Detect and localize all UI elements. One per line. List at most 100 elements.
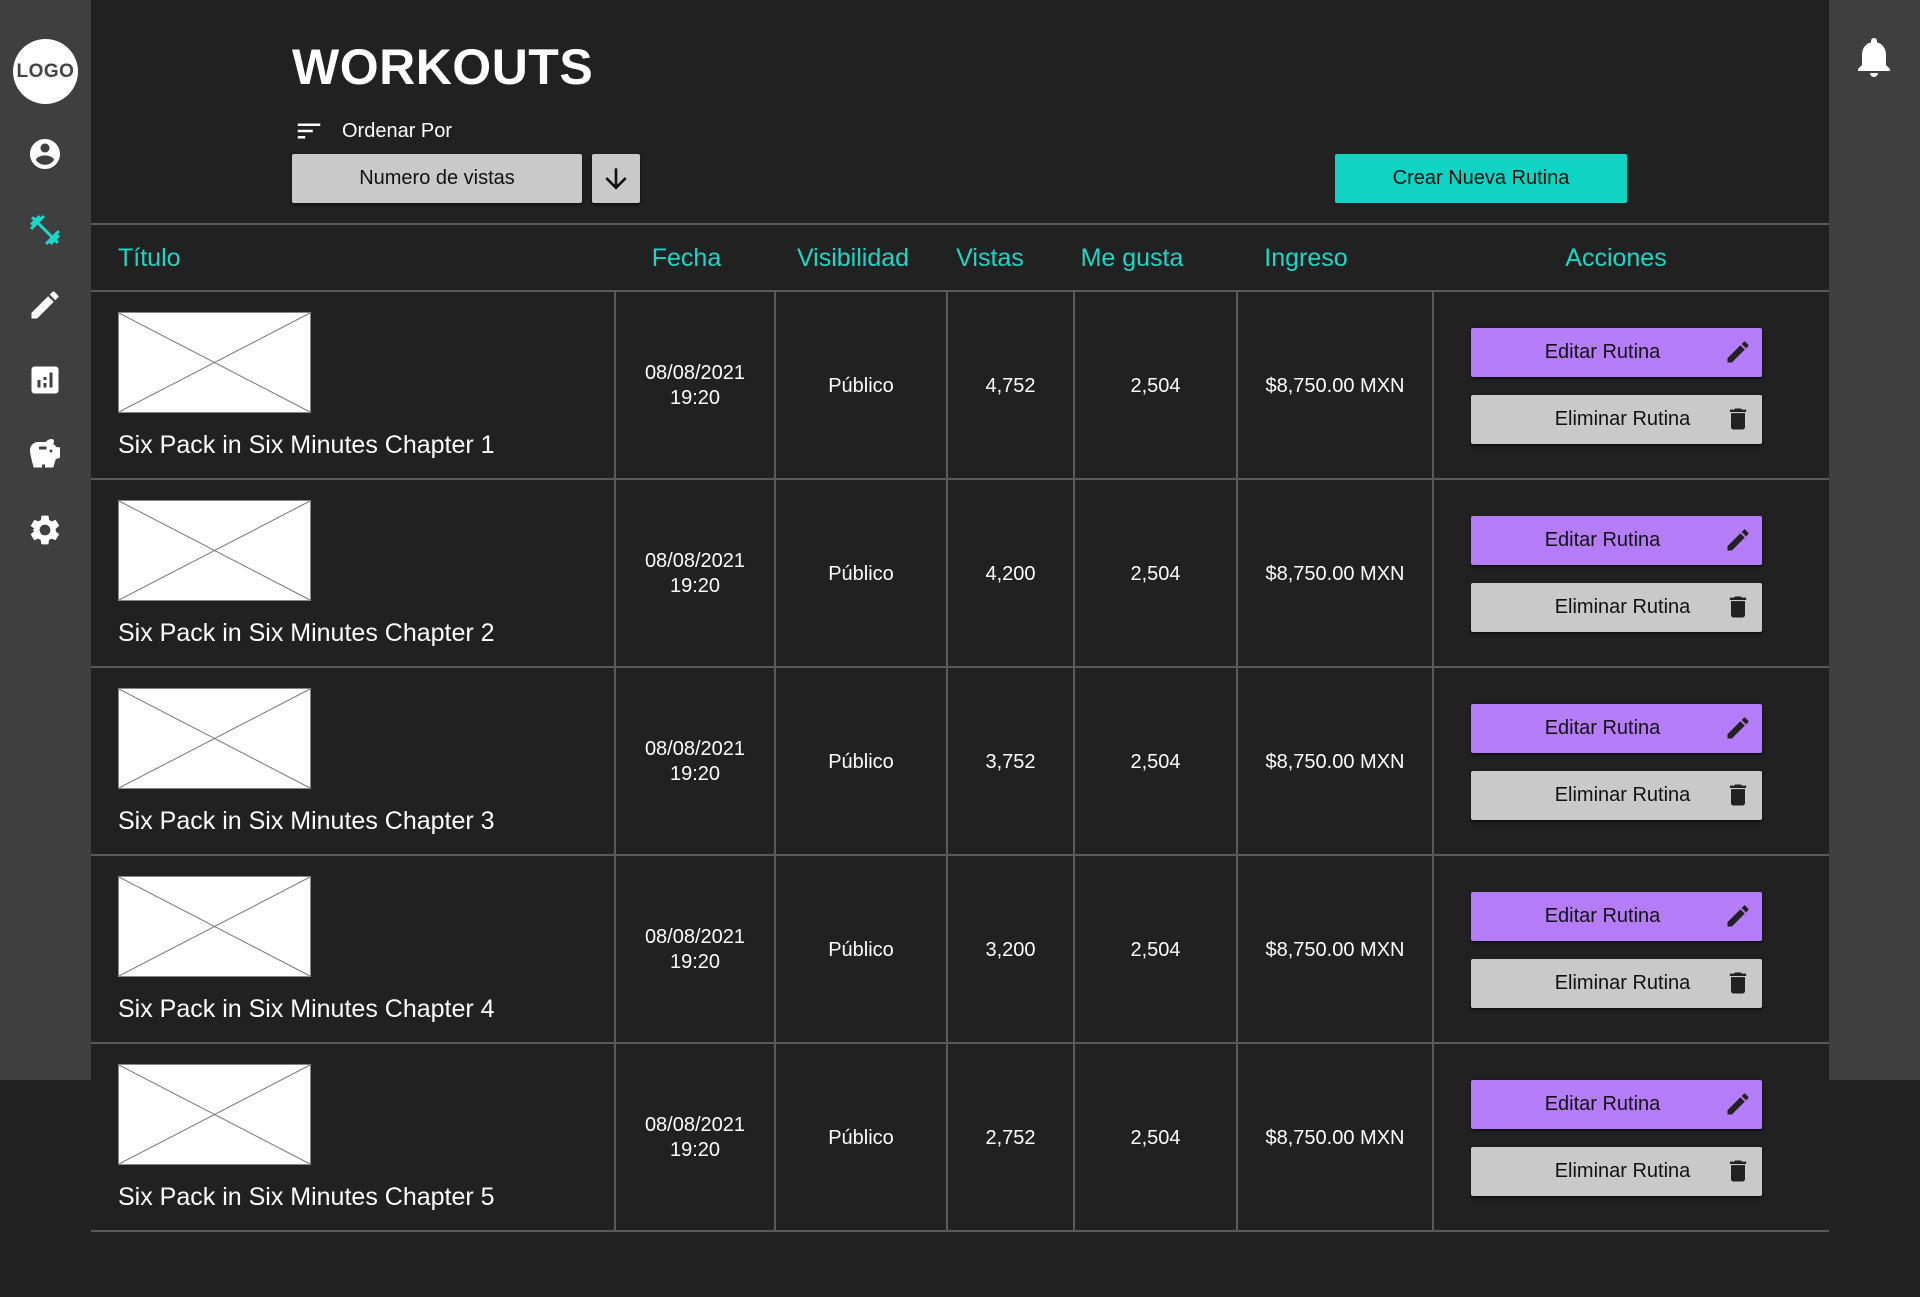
logo[interactable]: LOGO	[13, 39, 78, 104]
date-cell: 08/08/2021 19:20	[616, 480, 774, 668]
income-cell: $8,750.00 MXN	[1265, 374, 1405, 397]
piggy-bank-icon[interactable]	[27, 436, 63, 472]
pencil-icon	[1724, 714, 1752, 742]
time-value: 19:20	[669, 951, 721, 973]
row-title[interactable]: Six Pack in Six Minutes Chapter 2	[118, 619, 495, 648]
pencil-icon[interactable]	[27, 287, 63, 323]
arrow-down-icon	[605, 167, 627, 190]
visibility-cell: Público	[828, 374, 894, 397]
views-cell: 3,752	[985, 750, 1036, 773]
delete-routine-label: Eliminar Rutina	[1554, 1160, 1691, 1182]
edit-routine-button[interactable]: Editar Rutina	[1471, 704, 1762, 753]
table-row: Six Pack in Six Minutes Chapter 3 08/08/…	[91, 668, 1829, 856]
edit-routine-button[interactable]: Editar Rutina	[1471, 892, 1762, 941]
edit-routine-button[interactable]: Editar Rutina	[1471, 328, 1762, 377]
date-value: 08/08/2021	[644, 926, 746, 948]
trash-icon	[1724, 1157, 1752, 1185]
delete-routine-label: Eliminar Rutina	[1554, 784, 1691, 806]
likes-cell: 2,504	[1130, 1126, 1181, 1149]
row-title[interactable]: Six Pack in Six Minutes Chapter 1	[118, 431, 495, 460]
delete-routine-label: Eliminar Rutina	[1554, 972, 1691, 994]
gear-icon[interactable]	[27, 512, 63, 548]
trash-icon	[1724, 969, 1752, 997]
visibility-cell: Público	[828, 1126, 894, 1149]
edit-routine-button[interactable]: Editar Rutina	[1471, 1080, 1762, 1129]
income-cell: $8,750.00 MXN	[1265, 938, 1405, 961]
sort-icon	[297, 123, 321, 139]
date-value: 08/08/2021	[644, 738, 746, 760]
edit-routine-label: Editar Rutina	[1544, 341, 1661, 363]
date-cell: 08/08/2021 19:20	[616, 292, 774, 480]
delete-routine-button[interactable]: Eliminar Rutina	[1471, 395, 1762, 444]
time-value: 19:20	[669, 387, 721, 409]
column-divider	[1432, 480, 1434, 668]
thumbnail-placeholder[interactable]	[118, 876, 311, 977]
dumbbell-icon[interactable]	[27, 212, 63, 248]
column-divider	[1432, 856, 1434, 1044]
views-cell: 4,200	[985, 562, 1036, 585]
analytics-icon[interactable]	[27, 362, 63, 398]
edit-routine-label: Editar Rutina	[1544, 1093, 1661, 1115]
row-title[interactable]: Six Pack in Six Minutes Chapter 5	[118, 1183, 495, 1212]
account-icon[interactable]	[27, 136, 63, 172]
header-divider	[91, 223, 1829, 225]
column-header-views: Vistas	[956, 244, 1024, 272]
sort-row: Ordenar Por	[294, 116, 452, 146]
views-cell: 2,752	[985, 1126, 1036, 1149]
trash-icon	[1724, 593, 1752, 621]
sidebar: LOGO	[0, 0, 91, 1080]
delete-routine-button[interactable]: Eliminar Rutina	[1471, 1147, 1762, 1196]
visibility-cell: Público	[828, 938, 894, 961]
row-title[interactable]: Six Pack in Six Minutes Chapter 3	[118, 807, 495, 836]
thumbnail-placeholder[interactable]	[118, 500, 311, 601]
date-value: 08/08/2021	[644, 550, 746, 572]
pencil-icon	[1724, 1090, 1752, 1118]
column-divider	[1432, 668, 1434, 856]
pencil-icon	[1724, 902, 1752, 930]
delete-routine-button[interactable]: Eliminar Rutina	[1471, 959, 1762, 1008]
sort-select[interactable]: Numero de vistas	[292, 154, 582, 203]
pencil-icon	[1724, 526, 1752, 554]
likes-cell: 2,504	[1130, 938, 1181, 961]
date-value: 08/08/2021	[644, 362, 746, 384]
edit-routine-button[interactable]: Editar Rutina	[1471, 516, 1762, 565]
time-value: 19:20	[669, 575, 721, 597]
thumbnail-placeholder[interactable]	[118, 1064, 311, 1165]
column-header-income: Ingreso	[1264, 244, 1348, 272]
column-header-likes: Me gusta	[1080, 244, 1184, 272]
column-header-actions: Acciones	[1565, 244, 1667, 272]
column-header-visibility: Visibilidad	[796, 244, 910, 272]
pencil-icon	[1724, 338, 1752, 366]
page-title: WORKOUTS	[292, 39, 594, 95]
income-cell: $8,750.00 MXN	[1265, 1126, 1405, 1149]
thumbnail-placeholder[interactable]	[118, 312, 311, 413]
date-value: 08/08/2021	[644, 1114, 746, 1136]
likes-cell: 2,504	[1130, 562, 1181, 585]
column-header-date: Fecha	[651, 244, 722, 272]
column-divider	[1432, 1044, 1434, 1232]
table-row: Six Pack in Six Minutes Chapter 2 08/08/…	[91, 480, 1829, 668]
edit-routine-label: Editar Rutina	[1544, 529, 1661, 551]
visibility-cell: Público	[828, 562, 894, 585]
table-row: Six Pack in Six Minutes Chapter 5 08/08/…	[91, 1044, 1829, 1232]
trash-icon	[1724, 781, 1752, 809]
row-title[interactable]: Six Pack in Six Minutes Chapter 4	[118, 995, 495, 1024]
delete-routine-label: Eliminar Rutina	[1554, 596, 1691, 618]
main-content: WORKOUTS Ordenar Por Numero de vistas Cr…	[91, 0, 1829, 1297]
views-cell: 4,752	[985, 374, 1036, 397]
income-cell: $8,750.00 MXN	[1265, 750, 1405, 773]
likes-cell: 2,504	[1130, 374, 1181, 397]
create-routine-button[interactable]: Crear Nueva Rutina	[1335, 154, 1627, 203]
sort-label: Ordenar Por	[342, 119, 453, 142]
table-row: Six Pack in Six Minutes Chapter 1 08/08/…	[91, 292, 1829, 480]
delete-routine-button[interactable]: Eliminar Rutina	[1471, 771, 1762, 820]
likes-cell: 2,504	[1130, 750, 1181, 773]
delete-routine-button[interactable]: Eliminar Rutina	[1471, 583, 1762, 632]
views-cell: 3,200	[985, 938, 1036, 961]
time-value: 19:20	[669, 1139, 721, 1161]
income-cell: $8,750.00 MXN	[1265, 562, 1405, 585]
delete-routine-label: Eliminar Rutina	[1554, 408, 1691, 430]
sort-direction-button[interactable]	[592, 154, 640, 203]
thumbnail-placeholder[interactable]	[118, 688, 311, 789]
bell-icon[interactable]	[1850, 33, 1898, 81]
